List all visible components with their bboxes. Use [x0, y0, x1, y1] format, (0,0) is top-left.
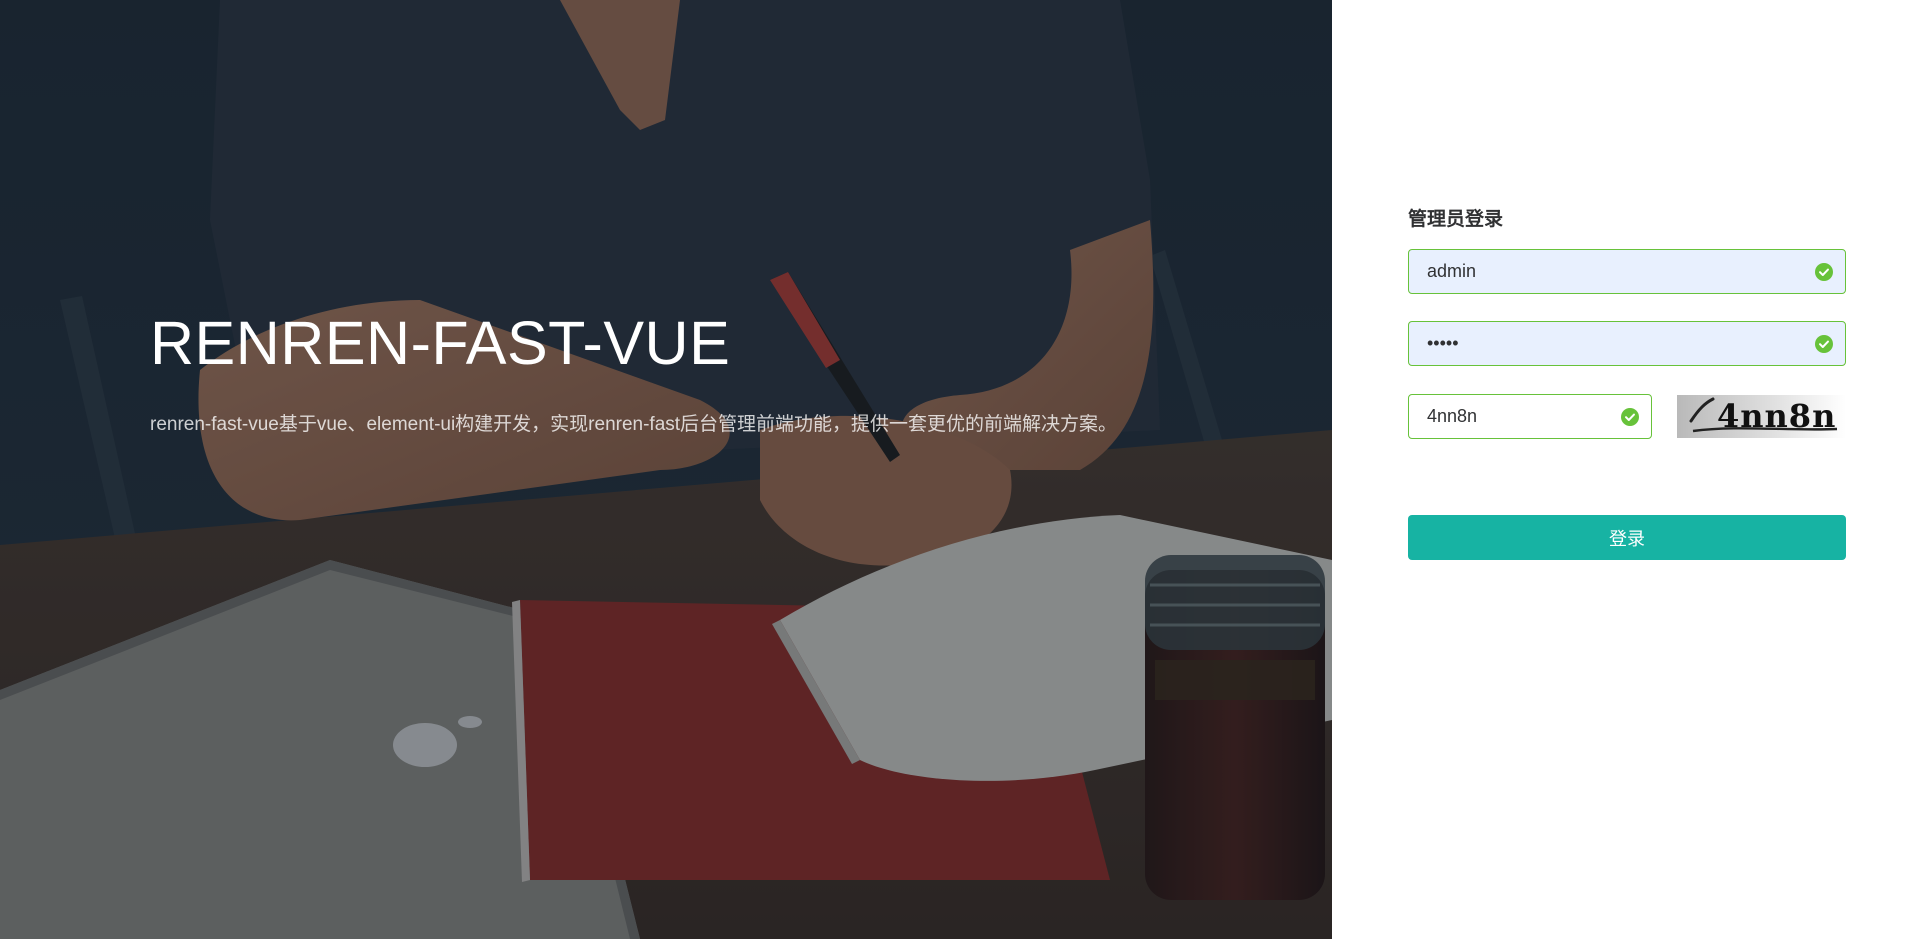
- check-circle-icon: [1621, 407, 1639, 426]
- password-field: [1408, 321, 1846, 366]
- username-field: [1408, 249, 1846, 294]
- login-button[interactable]: 登录: [1408, 515, 1846, 560]
- login-title: 管理员登录: [1408, 209, 1504, 230]
- captcha-image[interactable]: 4nn8n: [1677, 395, 1846, 438]
- check-circle-icon: [1815, 334, 1833, 353]
- captcha-input[interactable]: [1409, 395, 1651, 438]
- captcha-text: 4nn8n: [1717, 397, 1837, 435]
- password-input[interactable]: [1409, 322, 1845, 365]
- hero-section: RENREN-FAST-VUE renren-fast-vue基于vue、ele…: [0, 0, 1332, 939]
- hero-description: renren-fast-vue基于vue、element-ui构建开发，实现re…: [150, 414, 1118, 435]
- check-circle-icon: [1815, 262, 1833, 281]
- login-panel: 管理员登录 admin 4nn8n 4nn8n 登录: [1332, 0, 1920, 939]
- username-input[interactable]: [1409, 250, 1845, 293]
- login-page: RENREN-FAST-VUE renren-fast-vue基于vue、ele…: [0, 0, 1920, 939]
- hero-title: RENREN-FAST-VUE: [150, 309, 731, 377]
- hero-overlay: [0, 0, 1332, 939]
- captcha-field: [1408, 394, 1652, 439]
